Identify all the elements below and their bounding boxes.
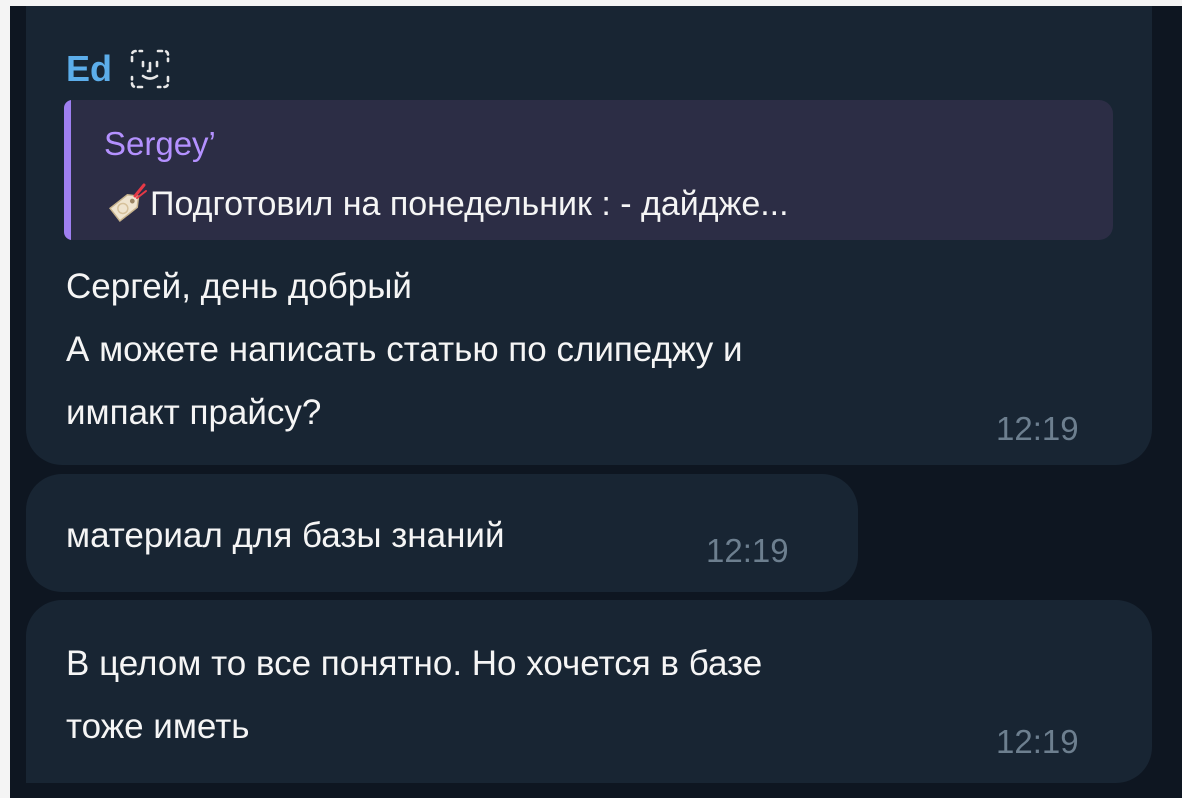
message-time: 12:19 (996, 723, 1079, 760)
window-edge-left (0, 0, 10, 798)
message-text-line: В целом то все понятно. Но хочется в баз… (66, 644, 763, 683)
message-bubble[interactable]: В целом то все понятно. Но хочется в баз… (26, 600, 1152, 783)
message-bubble[interactable]: Ed Sergey’ Подготовил на понедельник: -… (26, 6, 1152, 465)
tag-label-icon (104, 182, 148, 226)
chat-area: Ed Sergey’ Подготовил на понедельник: -… (0, 0, 1182, 798)
message-time: 12:19 (996, 410, 1079, 447)
reply-author: Sergey’ (104, 125, 216, 162)
reply-preview: Подготовил на понедельник : - дайдже... (104, 182, 789, 226)
reply-text: Подготовил на понедельник : - дайдже... (150, 185, 789, 223)
reply-quote[interactable]: Sergey’ Подготовил на понедельник : - да… (64, 100, 1113, 240)
sender-name[interactable]: Ed (66, 44, 112, 94)
message-time: 12:19 (706, 532, 789, 569)
reply-accent-bar (64, 100, 71, 240)
face-id-icon (128, 47, 172, 91)
message-text-line: материал для базы знаний (66, 516, 505, 555)
message-text-line: импакт прайсу? (66, 393, 322, 432)
sender-row: Ed (66, 44, 172, 94)
message-text-line: Сергей, день добрый (66, 267, 412, 306)
message-text-line: А можете написать статью по слипеджу и (66, 330, 743, 369)
message-text-line: тоже иметь (66, 707, 250, 746)
message-bubble[interactable]: материал для базы знаний 12:19 (26, 474, 858, 592)
